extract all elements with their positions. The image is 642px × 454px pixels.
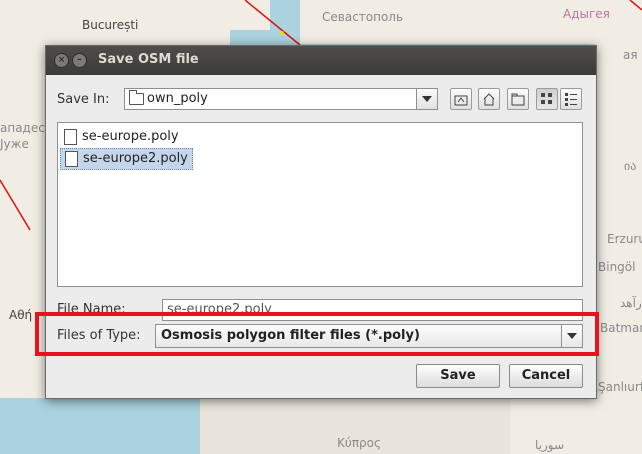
details-view-button[interactable] <box>560 88 582 110</box>
list-item[interactable]: se-europe.poly <box>60 127 183 147</box>
file-list[interactable]: se-europe.poly se-europe2.poly <box>57 122 583 287</box>
list-item-selected[interactable]: se-europe2.poly <box>60 148 193 170</box>
file-name: se-europe2.poly <box>83 151 188 166</box>
map-label-cyprus: Κύπρος <box>337 436 382 450</box>
dialog-titlebar[interactable]: × – Save OSM file <box>46 46 596 75</box>
map-label-east-2: ია <box>624 159 637 173</box>
map-label-west-2: Јуже <box>0 137 29 151</box>
save-button[interactable]: Save <box>416 364 500 388</box>
save-in-label: Save In: <box>57 92 110 107</box>
cancel-button[interactable]: Cancel <box>509 364 583 388</box>
chevron-down-icon[interactable] <box>416 89 437 109</box>
save-in-combo[interactable]: own_poly <box>124 88 438 110</box>
file-icon <box>64 129 77 145</box>
map-label-erzurum: Erzuru <box>607 232 642 246</box>
save-osm-file-dialog: × – Save OSM file Save In: own_poly se-e… <box>35 45 599 399</box>
folder-icon <box>129 90 144 105</box>
new-folder-button[interactable] <box>507 88 529 110</box>
map-label-east-3: رآهد <box>620 296 642 310</box>
red-highlight-box <box>35 312 599 356</box>
home-icon <box>483 93 495 106</box>
home-button[interactable] <box>478 88 500 110</box>
map-label-bingol: Bingöl <box>598 260 636 274</box>
up-one-level-button[interactable] <box>450 88 472 110</box>
map-label-west: ападес <box>0 121 45 135</box>
save-in-value: own_poly <box>147 91 208 106</box>
map-label-sanliurfa: Şanlıurf <box>598 380 642 394</box>
close-icon[interactable]: × <box>54 53 69 68</box>
file-name: se-europe.poly <box>82 129 179 144</box>
map-label-sevastopol: Севастополь <box>322 10 404 24</box>
list-view-button[interactable] <box>536 88 558 110</box>
map-label-athens: Αθή <box>9 308 33 322</box>
dialog-title: Save OSM file <box>98 52 199 67</box>
map-label-syria: سوريا <box>535 438 565 452</box>
up-folder-icon <box>454 95 468 106</box>
map-label-bucharest: București <box>82 18 139 32</box>
file-icon <box>65 151 78 167</box>
minimize-icon[interactable]: – <box>72 53 87 68</box>
new-folder-icon <box>511 93 525 106</box>
list-view-icon <box>541 93 552 104</box>
details-view-icon <box>565 93 577 106</box>
map-label-east-1: ая <box>623 48 638 62</box>
map-label-batman: Batman <box>600 321 642 335</box>
map-label-adygea: Адыгея <box>563 7 610 21</box>
